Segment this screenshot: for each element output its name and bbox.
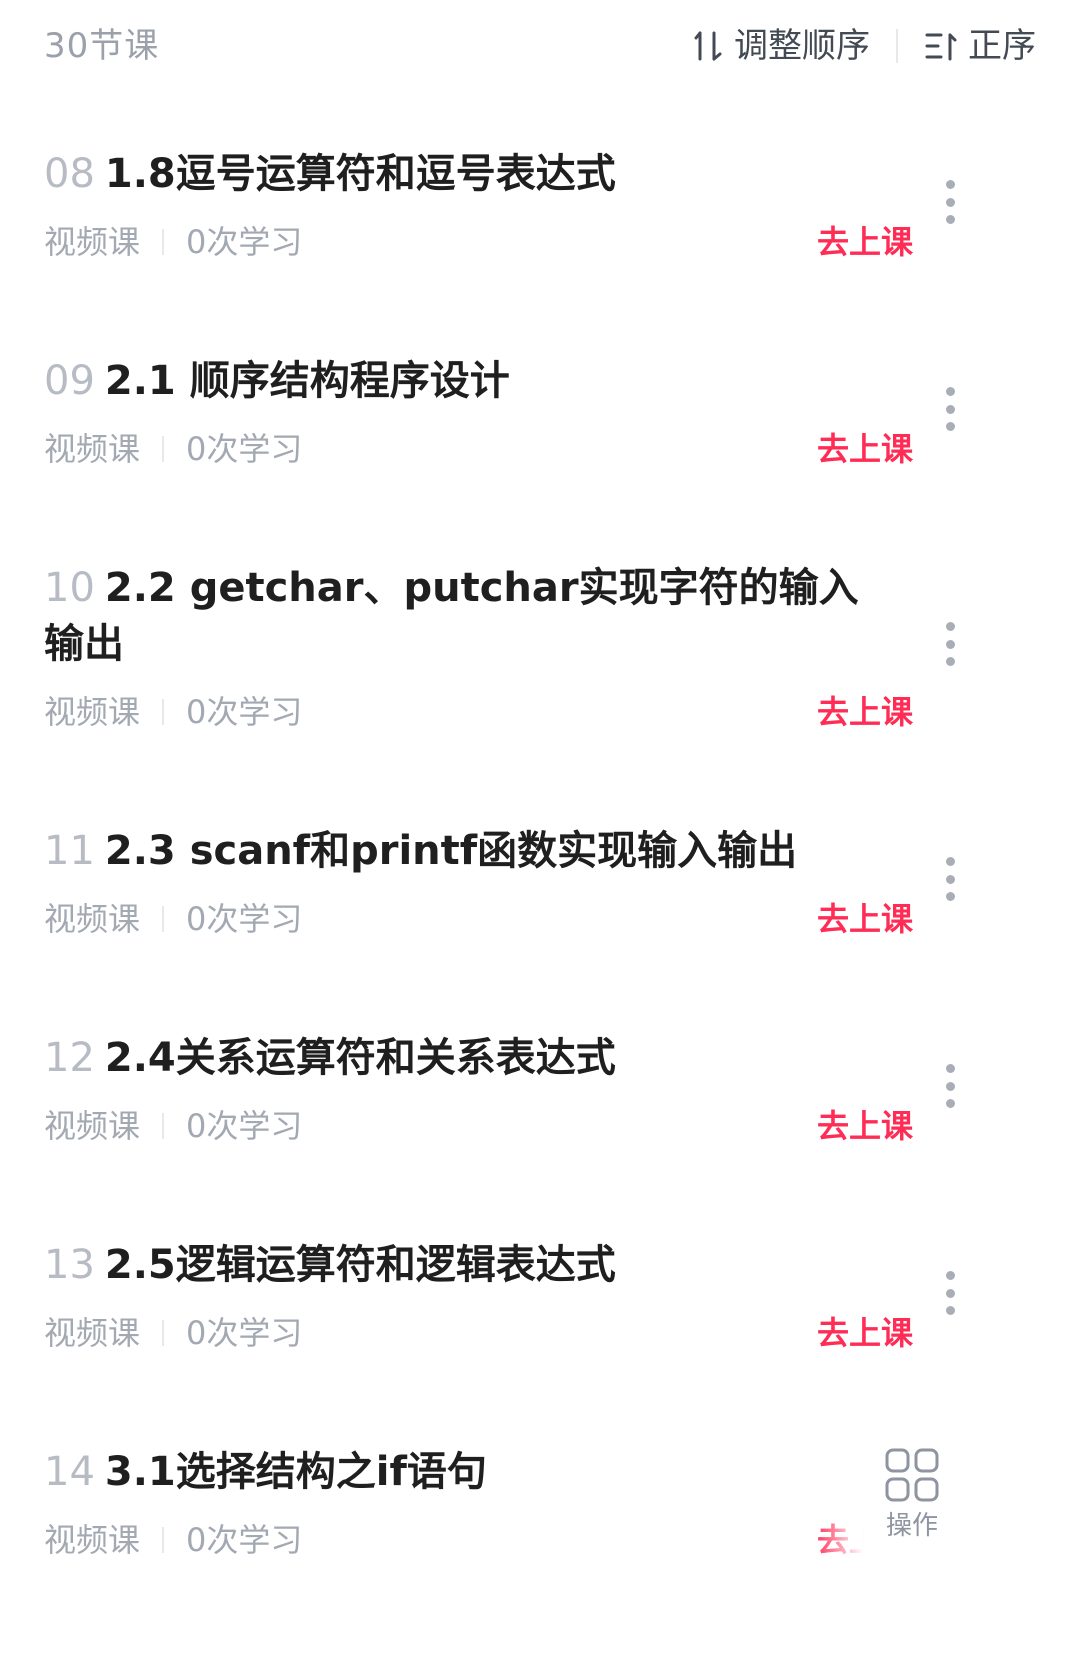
more-options-icon[interactable]: [936, 616, 964, 672]
study-count: 0次学习: [186, 1521, 303, 1559]
lesson-title-text: 2.2 getchar、putchar实现字符的输入输出: [44, 565, 859, 667]
lesson-title-text: 2.5逻辑运算符和逻辑表达式: [104, 1242, 616, 1288]
lesson-title-text: 1.8逗号运算符和逗号表达式: [104, 151, 616, 197]
lesson-meta: 视频课 0次学习 去上课: [44, 218, 1080, 266]
go-to-class-button[interactable]: 去上课: [817, 895, 913, 943]
meta-divider: [162, 229, 165, 255]
lesson-title-text: 3.1选择结构之if语句: [104, 1449, 487, 1495]
lesson-type: 视频课: [44, 1521, 141, 1559]
more-options-icon[interactable]: [936, 381, 964, 437]
go-to-class-button[interactable]: 去上课: [817, 1102, 913, 1150]
lesson-item[interactable]: 11 2.3 scanf和printf函数实现输入输出 视频课 0次学习 去上课: [0, 773, 1080, 980]
meta-divider: [162, 1527, 165, 1553]
lesson-item[interactable]: 13 2.5逻辑运算符和逻辑表达式 视频课 0次学习 去上课: [0, 1187, 1080, 1394]
go-to-class-button[interactable]: 去上课: [817, 688, 913, 736]
study-count: 0次学习: [186, 693, 303, 731]
lesson-title: 09 2.1 顺序结构程序设计: [44, 353, 884, 409]
lesson-index: 12: [44, 1035, 95, 1081]
go-to-class-button[interactable]: 去上课: [817, 1309, 913, 1357]
operations-button[interactable]: 操作: [876, 1447, 948, 1557]
lesson-count: 30节课: [44, 26, 160, 66]
lesson-index: 11: [44, 828, 95, 874]
lesson-title: 12 2.4关系运算符和关系表达式: [44, 1030, 884, 1086]
lesson-meta: 视频课 0次学习 去上课: [44, 895, 1080, 943]
study-count: 0次学习: [186, 223, 303, 261]
lesson-item[interactable]: 08 1.8逗号运算符和逗号表达式 视频课 0次学习 去上课: [0, 96, 1080, 303]
meta-divider: [162, 436, 165, 462]
lesson-type: 视频课: [44, 430, 141, 468]
study-count: 0次学习: [186, 900, 303, 938]
lesson-title: 11 2.3 scanf和printf函数实现输入输出: [44, 823, 884, 879]
lesson-title-text: 2.4关系运算符和关系表达式: [104, 1035, 616, 1081]
adjust-order-label: 调整顺序: [734, 26, 870, 66]
meta-divider: [162, 906, 165, 932]
lesson-meta: 视频课 0次学习 去上课: [44, 425, 1080, 473]
lesson-type: 视频课: [44, 1314, 141, 1352]
lesson-index: 14: [44, 1449, 95, 1495]
lesson-index: 09: [44, 358, 95, 404]
lesson-title: 13 2.5逻辑运算符和逻辑表达式: [44, 1237, 884, 1293]
lesson-meta: 视频课 0次学习 去上课: [44, 1309, 1080, 1357]
grid-icon: [885, 1448, 939, 1502]
list-header: 30节课 调整顺序 正序: [0, 0, 1080, 96]
study-count: 0次学习: [186, 1107, 303, 1145]
go-to-class-button[interactable]: 去上课: [817, 218, 913, 266]
lesson-item[interactable]: 10 2.2 getchar、putchar实现字符的输入输出 视频课 0次学习 …: [0, 510, 1080, 773]
study-count: 0次学习: [186, 1314, 303, 1352]
lesson-title: 08 1.8逗号运算符和逗号表达式: [44, 146, 884, 202]
header-divider: [896, 29, 898, 63]
more-options-icon[interactable]: [936, 851, 964, 907]
lesson-index: 10: [44, 565, 95, 611]
lesson-list: 08 1.8逗号运算符和逗号表达式 视频课 0次学习 去上课 09 2.1 顺序结构…: [0, 96, 1080, 1594]
swap-order-icon: [694, 31, 722, 61]
meta-divider: [162, 1320, 165, 1346]
study-count: 0次学习: [186, 430, 303, 468]
go-to-class-button[interactable]: 去上课: [817, 425, 913, 473]
more-options-icon[interactable]: [936, 1265, 964, 1321]
sort-controls: 调整顺序 正序: [694, 22, 1036, 70]
meta-divider: [162, 699, 165, 725]
lesson-meta: 视频课 0次学习 去上课: [44, 688, 1080, 736]
lesson-index: 08: [44, 151, 95, 197]
adjust-order-button[interactable]: 调整顺序: [694, 22, 870, 70]
sort-ascending-icon: [925, 33, 957, 61]
more-options-icon[interactable]: [936, 1058, 964, 1114]
lesson-title: 10 2.2 getchar、putchar实现字符的输入输出: [44, 560, 884, 672]
lesson-item[interactable]: 12 2.4关系运算符和关系表达式 视频课 0次学习 去上课: [0, 980, 1080, 1187]
sort-order-button[interactable]: 正序: [924, 22, 1036, 70]
sort-order-label: 正序: [968, 26, 1036, 66]
lesson-meta: 视频课 0次学习 去上课: [44, 1102, 1080, 1150]
lesson-title-text: 2.1 顺序结构程序设计: [104, 358, 510, 404]
lesson-item[interactable]: 09 2.1 顺序结构程序设计 视频课 0次学习 去上课: [0, 303, 1080, 510]
lesson-type: 视频课: [44, 223, 141, 261]
lesson-type: 视频课: [44, 693, 141, 731]
lesson-title: 14 3.1选择结构之if语句: [44, 1444, 884, 1500]
lesson-index: 13: [44, 1242, 95, 1288]
lesson-title-text: 2.3 scanf和printf函数实现输入输出: [104, 828, 798, 874]
lesson-type: 视频课: [44, 1107, 141, 1145]
meta-divider: [162, 1113, 165, 1139]
operations-label: 操作: [885, 1511, 938, 1541]
lesson-type: 视频课: [44, 900, 141, 938]
more-options-icon[interactable]: [936, 174, 964, 230]
